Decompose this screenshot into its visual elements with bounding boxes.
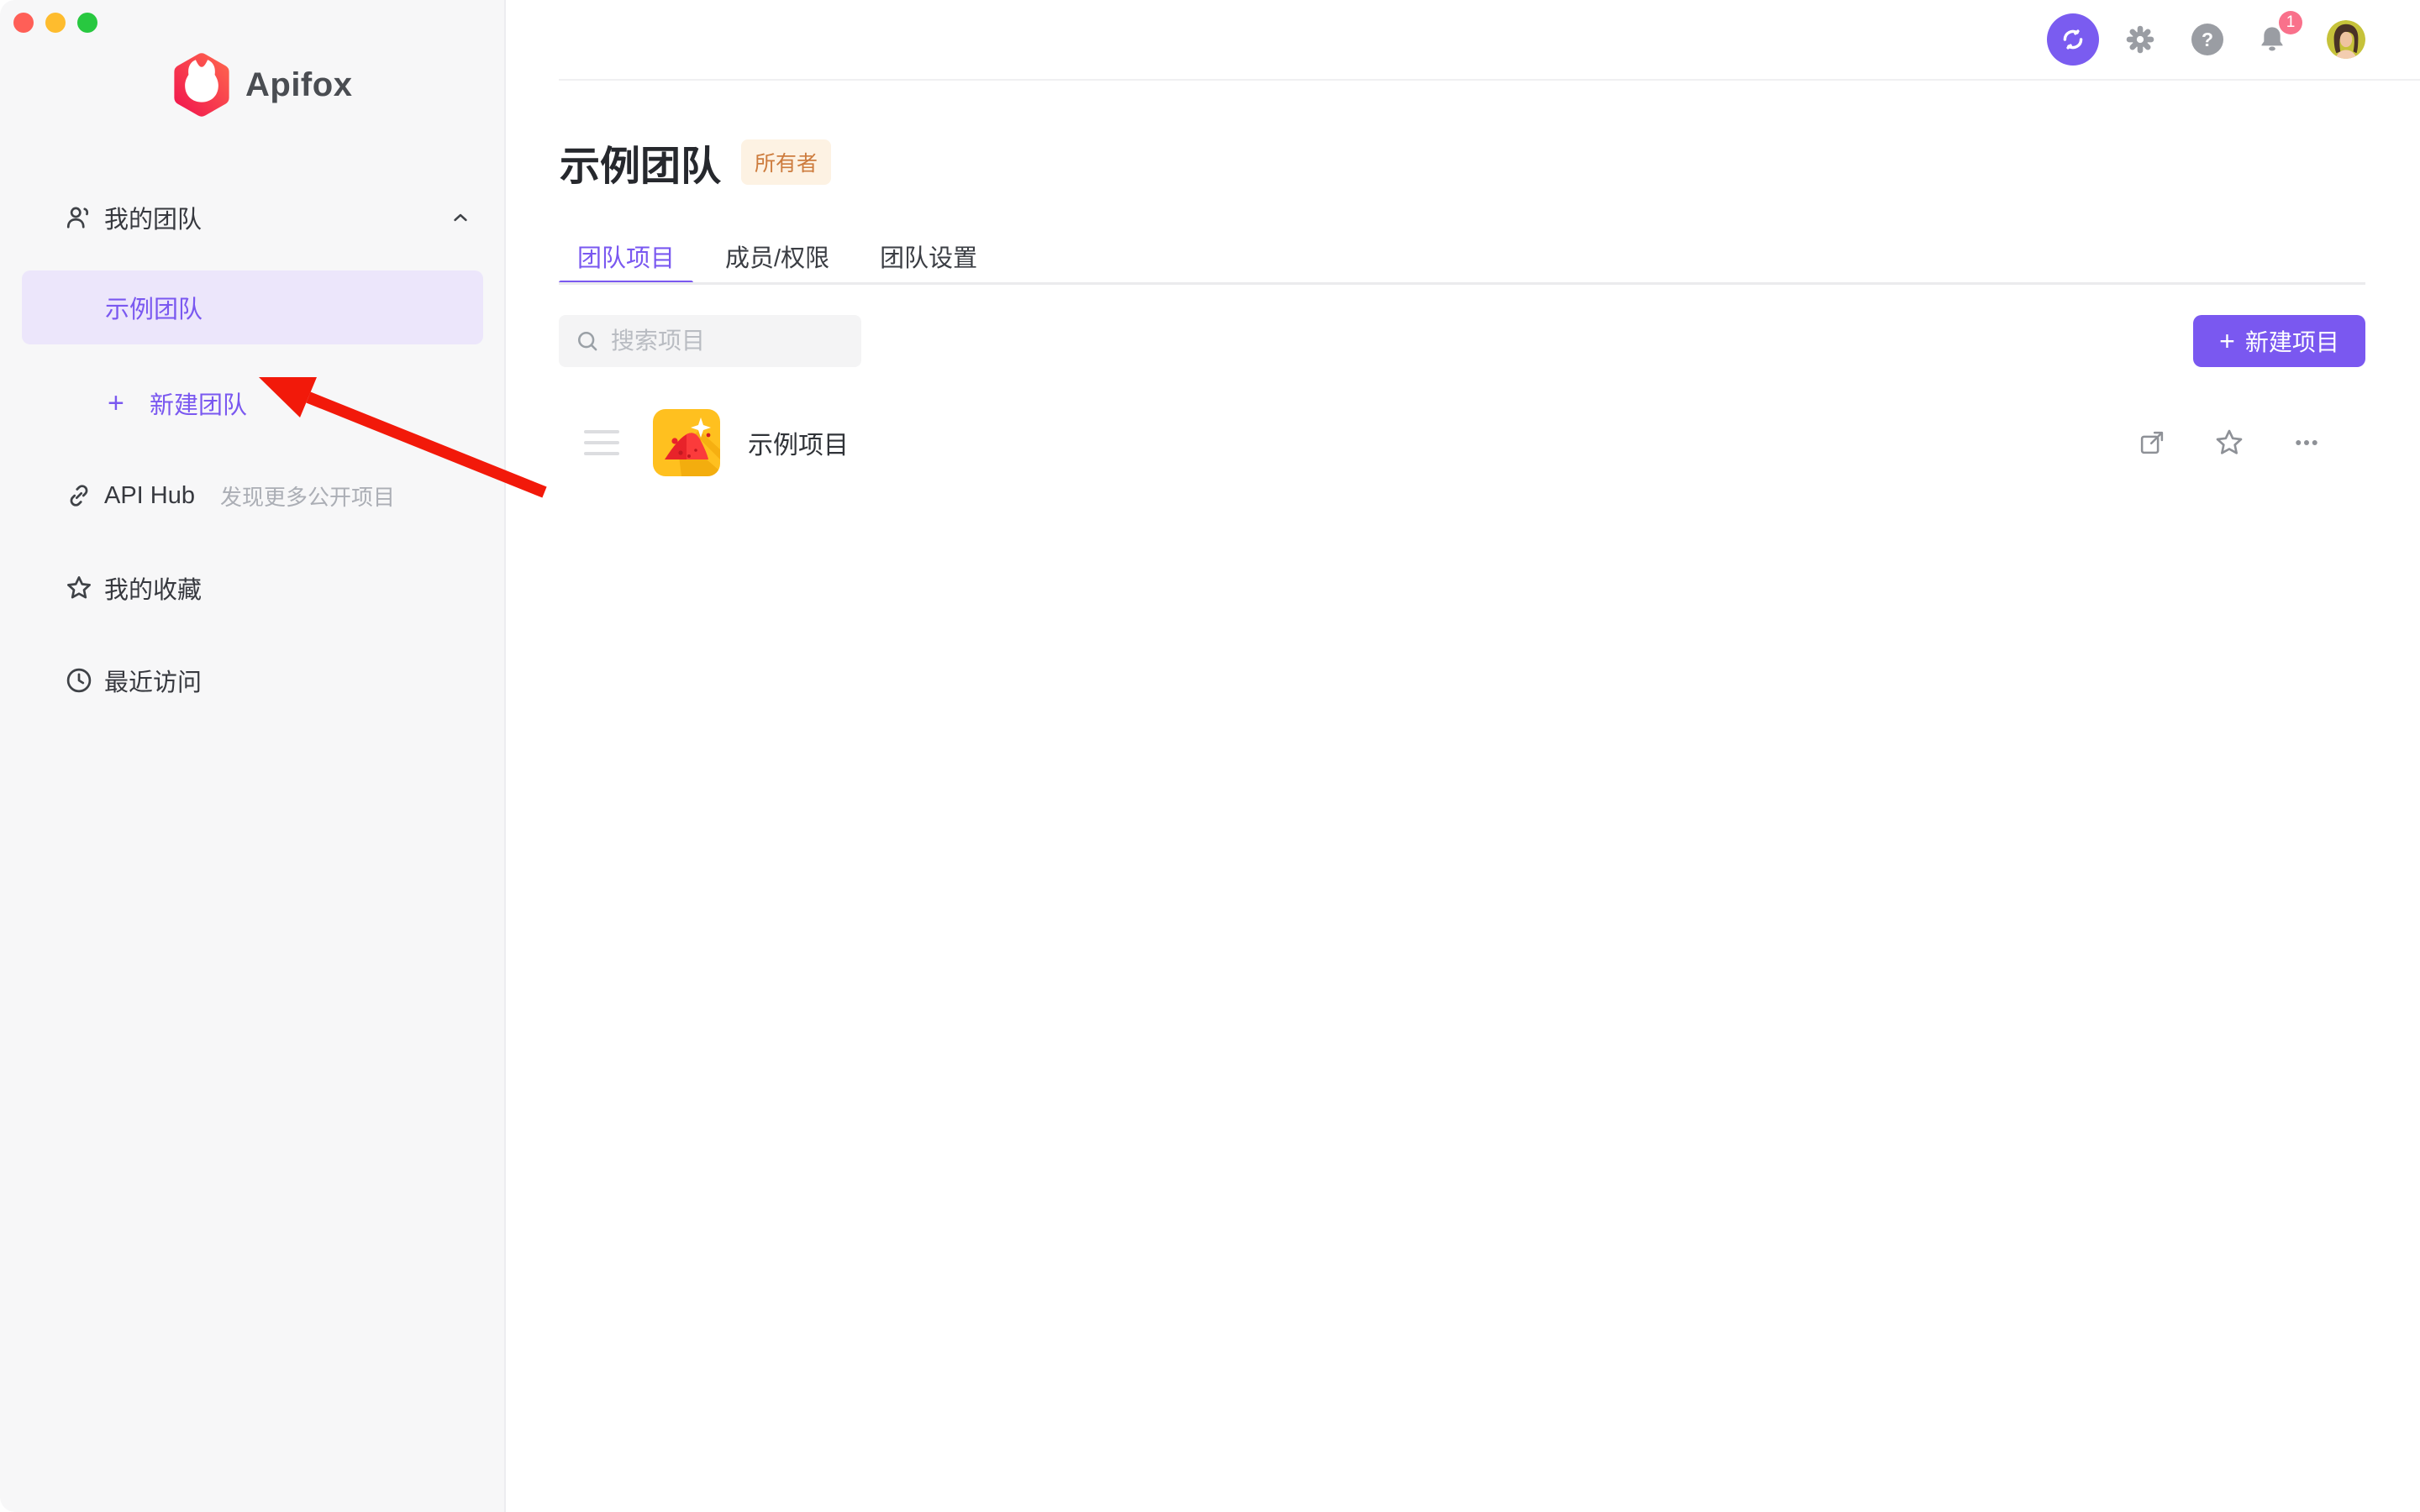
clock-icon xyxy=(64,665,94,696)
project-search[interactable] xyxy=(559,315,861,367)
sidebar-item-api-hub[interactable]: API Hub 发现更多公开项目 xyxy=(0,468,506,523)
sync-icon xyxy=(2060,26,2086,53)
plus-icon: + xyxy=(108,387,124,420)
sidebar-item-new-team[interactable]: + 新建团队 xyxy=(0,375,506,431)
sidebar: Apifox 我的团队 示例团队 + 新建团队 xyxy=(0,0,506,1512)
star-outline-icon xyxy=(2212,426,2246,459)
api-hub-link-icon xyxy=(64,480,94,511)
tab-team-settings[interactable]: 团队设置 xyxy=(861,228,996,285)
owner-role-badge: 所有者 xyxy=(741,139,831,185)
open-project-button[interactable] xyxy=(2135,426,2169,459)
sidebar-item-example-team[interactable]: 示例团队 xyxy=(22,270,483,344)
app-window: Apifox 我的团队 示例团队 + 新建团队 xyxy=(0,0,2420,1512)
new-project-label: 新建项目 xyxy=(2245,324,2339,358)
project-name: 示例项目 xyxy=(748,424,849,461)
api-hub-label: API Hub xyxy=(104,482,195,510)
team-tabs: 团队项目 成员/权限 团队设置 xyxy=(559,228,1009,285)
notification-count-badge: 1 xyxy=(2279,11,2302,34)
sync-button[interactable] xyxy=(2047,13,2099,66)
project-thumbnail-icon xyxy=(653,409,720,476)
example-team-label: 示例团队 xyxy=(105,290,203,325)
favorites-label: 我的收藏 xyxy=(104,570,202,606)
user-avatar[interactable] xyxy=(2327,20,2365,59)
close-window-button[interactable] xyxy=(13,13,34,33)
notifications-button[interactable]: 1 xyxy=(2255,21,2289,58)
app-name: Apifox xyxy=(245,66,352,104)
apifox-logo-icon xyxy=(171,52,232,118)
chevron-up-icon[interactable] xyxy=(449,206,472,229)
tabs-divider xyxy=(559,282,2365,285)
topbar-divider xyxy=(559,79,2420,81)
recent-label: 最近访问 xyxy=(104,663,202,698)
gear-icon xyxy=(2124,24,2156,55)
minimize-window-button[interactable] xyxy=(45,13,66,33)
api-hub-hint: 发现更多公开项目 xyxy=(220,480,395,512)
tab-team-projects[interactable]: 团队项目 xyxy=(559,228,693,285)
new-project-button[interactable]: + 新建项目 xyxy=(2193,315,2365,367)
sidebar-item-my-teams[interactable]: 我的团队 xyxy=(0,190,506,245)
tab-members-permissions[interactable]: 成员/权限 xyxy=(707,228,848,285)
search-input[interactable] xyxy=(611,328,851,354)
maximize-window-button[interactable] xyxy=(77,13,97,33)
app-logo: Apifox xyxy=(171,52,352,118)
new-team-label: 新建团队 xyxy=(150,386,247,421)
sidebar-item-favorites[interactable]: 我的收藏 xyxy=(0,560,506,616)
window-controls xyxy=(13,13,97,33)
favorite-project-button[interactable] xyxy=(2212,426,2246,459)
sidebar-item-recent[interactable]: 最近访问 xyxy=(0,653,506,708)
ellipsis-icon xyxy=(2291,428,2322,458)
project-more-button[interactable] xyxy=(2290,426,2323,459)
team-users-icon xyxy=(64,202,94,233)
my-teams-label: 我的团队 xyxy=(104,200,202,235)
settings-button[interactable] xyxy=(2124,24,2156,55)
project-row[interactable]: 示例项目 xyxy=(559,409,2365,476)
plus-icon: + xyxy=(2219,328,2235,354)
help-glyph: ? xyxy=(2202,29,2213,51)
search-icon xyxy=(574,328,601,354)
star-icon xyxy=(64,573,94,603)
avatar-image xyxy=(2327,20,2365,59)
drag-handle-icon[interactable] xyxy=(584,430,619,455)
page-header: 示例团队 所有者 xyxy=(560,133,831,192)
page-title: 示例团队 xyxy=(560,133,721,192)
topbar-actions: ? 1 xyxy=(2047,13,2365,66)
help-button[interactable]: ? xyxy=(2191,24,2223,55)
open-external-icon xyxy=(2136,427,2168,459)
